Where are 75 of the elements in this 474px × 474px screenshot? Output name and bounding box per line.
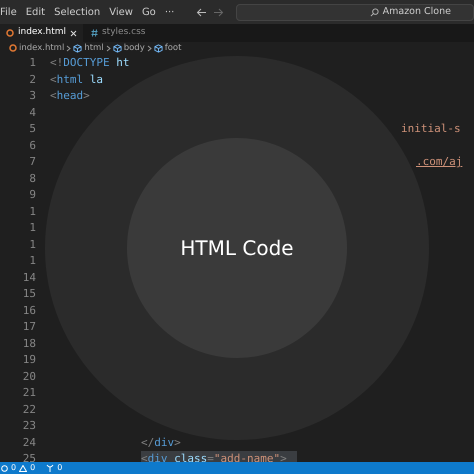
chevron-icon [66,44,72,52]
line-number: 1 [28,220,36,236]
warning-count[interactable]: 0 [30,462,36,474]
line-number: 4 [28,104,36,120]
code-token: > [174,434,181,450]
line-number: 1 [28,204,36,220]
code-token: > [83,88,90,104]
antenna-icon [46,464,54,472]
close-icon[interactable] [70,30,77,36]
line-number: 15 [22,286,36,302]
code-token: head [56,88,84,104]
line-number: 17 [22,319,36,335]
breadcrumb-item[interactable]: body [124,42,145,54]
line-number: 2 [28,72,36,88]
menu-item[interactable]: Selection [54,4,100,20]
cube-icon [73,44,82,52]
back-arrow-icon[interactable] [196,8,208,16]
code-token: </ [141,434,154,450]
forward-arrow-icon[interactable] [213,8,224,16]
code-token: < [50,72,57,88]
code-token: la [88,72,103,88]
menu-item[interactable]: Edit [26,4,46,20]
line-number: 8 [28,170,36,186]
line-number: 1 [28,55,36,71]
line-number: 23 [22,418,36,434]
code-token: div [154,434,174,450]
error-count[interactable]: 0 [11,462,16,474]
line-number: 7 [28,154,36,170]
error-icon [1,464,8,472]
line-number: 22 [22,402,36,418]
line-number: 20 [22,368,36,384]
line-number: 16 [22,302,36,318]
code-token: > [280,451,287,462]
breadcrumb-item[interactable]: html [84,42,104,54]
menu-item[interactable]: File [0,4,17,20]
cube-icon [154,44,163,52]
chevron-icon [146,44,152,52]
code-token: initial-s [401,121,461,137]
menu-item[interactable]: ··· [164,4,174,20]
line-number: 1 [28,253,36,269]
code-token: class [173,451,208,462]
menu-item[interactable]: View [109,4,133,20]
cube-icon [112,44,122,52]
code-token: DOCTYPE [63,55,110,71]
hash-icon [90,29,98,37]
code-token: .com/aj [416,154,462,170]
menu-item[interactable]: Go [142,4,156,20]
search-field[interactable]: Amazon Clone [236,4,474,20]
line-number: 3 [28,88,36,104]
code-token: = [207,451,214,462]
breadcrumb-item[interactable]: foot [164,42,182,54]
line-number: 21 [22,385,36,401]
line-number: 14 [22,270,36,286]
code-token: < [141,451,148,462]
line-number: 6 [28,138,36,154]
line-number: 18 [22,336,36,352]
line-number: 25 [22,451,36,462]
code-token: div [148,451,168,462]
overlay-title: HTML Code [180,235,294,262]
code-token: ht [115,55,130,71]
ports-count[interactable]: 0 [57,462,62,474]
warning-icon [19,464,28,472]
line-number: 5 [28,121,36,137]
line-number: 24 [22,434,36,450]
code-token: <! [50,55,64,71]
search-icon [370,8,379,16]
line-number: 1 [28,236,36,252]
line-number: 9 [28,187,36,203]
line-number: 19 [22,352,36,368]
code-token: "add-name" [214,451,280,462]
code-token: html [56,72,84,88]
editor-tab[interactable]: index.html [0,24,83,42]
code-token: < [50,88,57,104]
breadcrumb-item[interactable]: index.html [19,42,64,54]
chevron-icon [106,44,111,52]
